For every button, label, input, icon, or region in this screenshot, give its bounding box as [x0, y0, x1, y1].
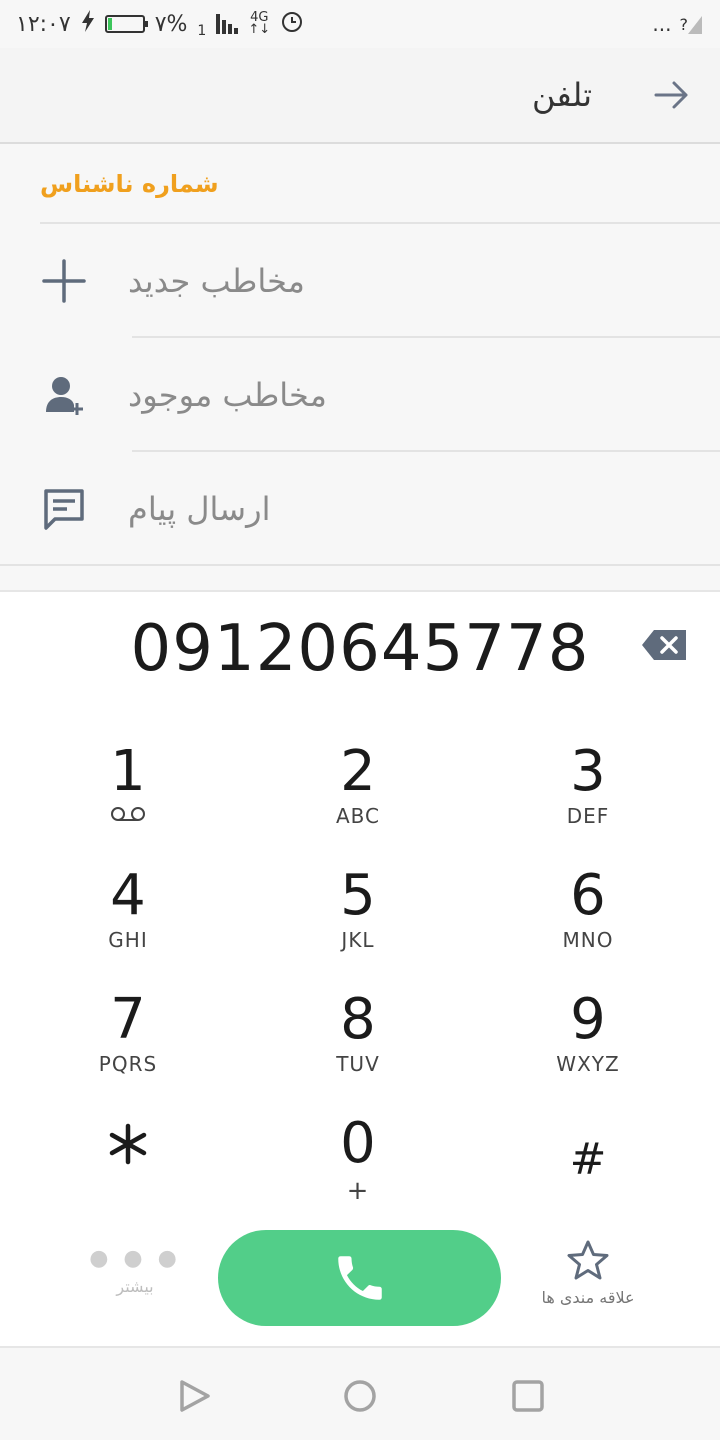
key-digit: 5: [340, 863, 376, 928]
call-button[interactable]: [218, 1230, 501, 1326]
key-digit: 8: [340, 987, 376, 1052]
navigation-bar: [0, 1346, 720, 1440]
app-bar: تلفن: [0, 48, 720, 144]
key-4[interactable]: 4 GHI: [28, 866, 228, 976]
key-digit: #: [569, 1134, 607, 1185]
favorites-button[interactable]: علاقه مندی ها: [528, 1240, 648, 1320]
unknown-number-row: شماره ناشناس: [40, 146, 720, 224]
favorites-label: علاقه مندی ها: [541, 1288, 635, 1307]
status-right: ... ?: [652, 12, 702, 36]
key-7[interactable]: 7 PQRS: [28, 990, 228, 1100]
key-digit: 4: [110, 863, 146, 928]
recents-square-icon[interactable]: [508, 1376, 548, 1416]
new-contact-row[interactable]: مخاطب جدید: [0, 224, 720, 338]
key-8[interactable]: 8 TUV: [258, 990, 458, 1100]
key-digit: 2: [340, 739, 376, 804]
key-6[interactable]: 6 MNO: [488, 866, 688, 976]
status-time: ۱۲:۰۷: [16, 11, 71, 37]
key-digit: 6: [570, 863, 606, 928]
unknown-number-label: شماره ناشناس: [40, 170, 219, 198]
voicemail-icon: [111, 807, 145, 821]
dialed-number[interactable]: 09120645778: [0, 612, 720, 692]
add-person-icon: [46, 377, 83, 415]
battery-icon: [104, 15, 148, 33]
key-5[interactable]: 5 JKL: [258, 866, 458, 976]
key-letters: TUV: [336, 1052, 380, 1076]
key-letters: MNO: [562, 928, 614, 952]
message-icon: [44, 489, 84, 530]
key-digit: 3: [570, 739, 606, 804]
key-letters: WXYZ: [556, 1052, 620, 1076]
existing-contact-row[interactable]: مخاطب موجود: [0, 338, 720, 452]
backspace-icon[interactable]: [642, 630, 686, 660]
key-letters: +: [346, 1176, 370, 1206]
back-triangle-icon[interactable]: [174, 1376, 214, 1416]
new-contact-label: مخاطب جدید: [128, 262, 305, 300]
more-status: ...: [652, 12, 672, 36]
asterisk-icon: [109, 1123, 147, 1165]
battery-percent: ۷%: [154, 11, 188, 37]
send-message-row[interactable]: ارسال پیام: [0, 452, 720, 566]
more-button[interactable]: ● ● ● بیشتر: [80, 1247, 190, 1317]
key-digit: 9: [570, 987, 606, 1052]
alarm-icon: [280, 9, 304, 39]
signal-unknown-icon: ?: [679, 14, 702, 34]
charging-icon: [81, 10, 95, 38]
key-star[interactable]: [28, 1122, 228, 1232]
key-digit: 0: [340, 1111, 376, 1176]
key-letters: PQRS: [98, 1052, 158, 1076]
signal-unknown-label: ?: [679, 14, 689, 34]
existing-contact-label: مخاطب موجود: [128, 376, 327, 414]
key-1[interactable]: 1: [28, 742, 228, 852]
key-digit: 7: [110, 987, 146, 1052]
sim-slot: 1: [197, 23, 207, 39]
status-left: ۱۲:۰۷ ۷% 1 4G ↑↓: [16, 9, 304, 39]
key-3[interactable]: 3 DEF: [488, 742, 688, 852]
battery-fill: [107, 18, 112, 30]
home-circle-icon[interactable]: [340, 1376, 380, 1416]
key-hash[interactable]: #: [488, 1130, 688, 1240]
key-2[interactable]: 2 ABC: [258, 742, 458, 852]
more-label: بیشتر: [116, 1277, 154, 1296]
icon-box: [0, 488, 128, 530]
status-bar: ۱۲:۰۷ ۷% 1 4G ↑↓ ... ?: [0, 0, 720, 48]
page-title: تلفن: [531, 76, 592, 114]
icon-box: [0, 259, 128, 303]
star-icon: [567, 1240, 609, 1280]
key-0[interactable]: 0 +: [258, 1114, 458, 1224]
phone-icon: [337, 1256, 382, 1300]
key-letters: JKL: [341, 928, 375, 952]
more-icon: ● ● ●: [89, 1246, 181, 1271]
divider: [0, 564, 720, 566]
send-message-label: ارسال پیام: [128, 490, 271, 528]
key-letters: ABC: [335, 804, 380, 828]
signal-icon: [216, 14, 239, 34]
network-label: 4G: [250, 10, 269, 25]
icon-box: [0, 375, 128, 415]
key-9[interactable]: 9 WXYZ: [488, 990, 688, 1100]
arrow-icon[interactable]: [652, 75, 692, 115]
key-letters: GHI: [108, 928, 148, 952]
key-letters: DEF: [566, 804, 610, 828]
plus-icon: [42, 259, 86, 303]
network-type: 4G ↑↓: [248, 10, 271, 37]
key-digit: 1: [110, 739, 146, 804]
dialer-panel: 09120645778 1 2 ABC 3 DEF 4 GHI 5 JKL 6 …: [0, 590, 720, 1346]
